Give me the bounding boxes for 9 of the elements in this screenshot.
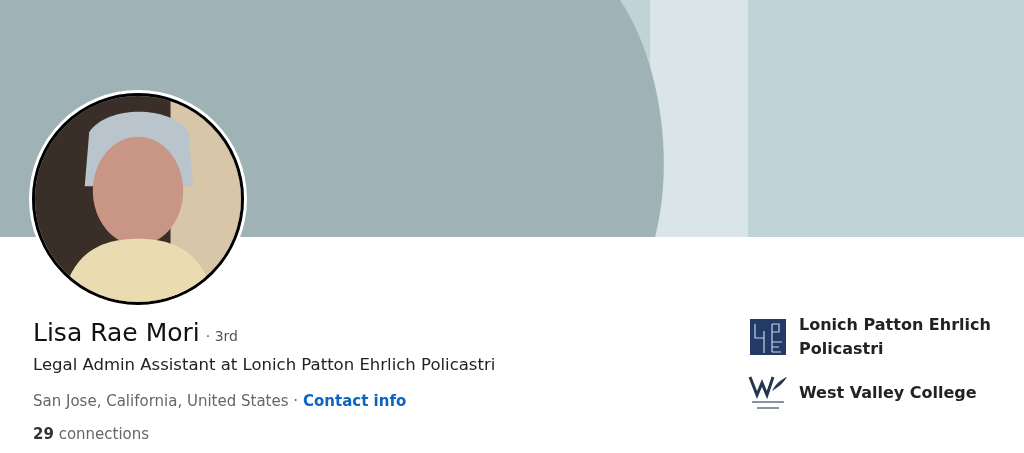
firm-logo-icon bbox=[750, 319, 786, 355]
organization-name[interactable]: West Valley College bbox=[799, 381, 999, 405]
connection-degree: · 3rd bbox=[205, 328, 238, 344]
organization-name[interactable]: Lonich Patton Ehrlich Policastri bbox=[799, 313, 999, 361]
headline: Legal Admin Assistant at Lonich Patton Ehrlich Policastri bbox=[33, 354, 496, 376]
location-text: San Jose, California, United States · bbox=[33, 391, 299, 412]
connections-count[interactable]: 29 connections bbox=[33, 423, 496, 445]
contact-info-link[interactable]: Contact info bbox=[303, 389, 407, 413]
profile-name: Lisa Rae Mori bbox=[33, 317, 200, 349]
